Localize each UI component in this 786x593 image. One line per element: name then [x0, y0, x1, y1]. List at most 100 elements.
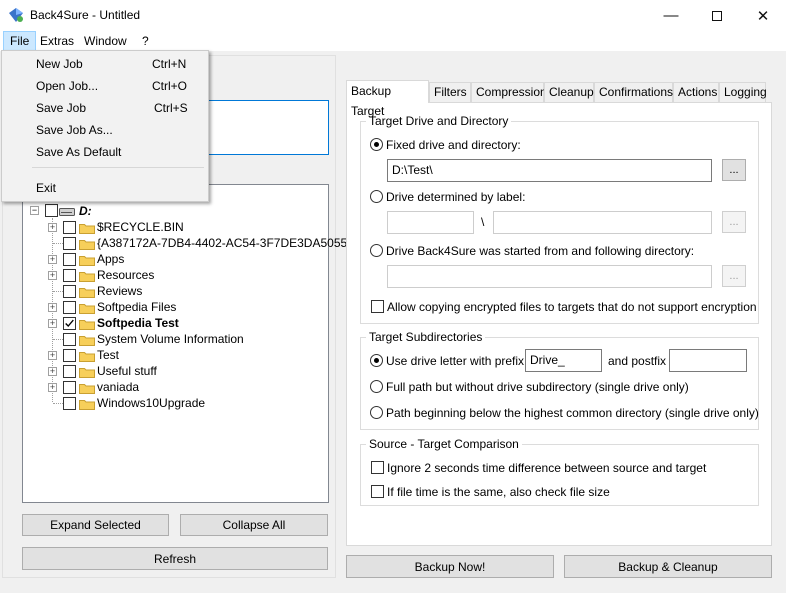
tree-item-label[interactable]: Useful stuff — [97, 364, 157, 378]
tree-item-label[interactable]: vaniada — [97, 380, 139, 394]
menu-new-job[interactable]: New Job Ctrl+N — [2, 53, 208, 75]
tab-filters[interactable]: Filters — [429, 82, 471, 102]
tree-item-checkbox[interactable] — [63, 269, 76, 282]
postfix-input[interactable] — [669, 349, 747, 372]
folder-icon — [79, 398, 95, 410]
drive-expander-icon[interactable]: − — [30, 206, 39, 215]
target-subdirectories-title: Target Subdirectories — [366, 330, 486, 344]
tree-item-label[interactable]: Apps — [97, 252, 124, 266]
check-size-checkbox[interactable] — [371, 485, 384, 498]
tree-item-checkbox[interactable] — [63, 365, 76, 378]
folder-icon — [79, 254, 95, 266]
close-icon: ✕ — [756, 7, 770, 25]
tree-item-label[interactable]: Reviews — [97, 284, 142, 298]
maximize-button[interactable] — [694, 0, 740, 31]
tree-item-label[interactable]: Softpedia Test — [97, 316, 179, 330]
backup-now-button[interactable]: Backup Now! — [346, 555, 554, 578]
tree-item-checkbox[interactable] — [63, 253, 76, 266]
tree-expander-icon[interactable]: + — [48, 367, 57, 376]
tree-item-checkbox[interactable] — [63, 397, 76, 410]
menu-exit[interactable]: Exit — [2, 177, 208, 199]
tab-logging[interactable]: Logging — [719, 82, 767, 102]
fixed-drive-label: Fixed drive and directory: — [386, 138, 521, 152]
save-job-label: Save Job — [36, 101, 87, 115]
expand-selected-button[interactable]: Expand Selected — [22, 514, 169, 536]
drive-label-input[interactable] — [387, 211, 474, 234]
prefix-radio[interactable] — [370, 354, 383, 367]
job-description-box[interactable] — [206, 100, 329, 155]
menu-file[interactable]: File — [3, 31, 37, 51]
menu-window[interactable]: Window — [78, 31, 133, 51]
menu-save-job[interactable]: Save Job Ctrl+S — [2, 97, 208, 119]
tab-backup-target[interactable]: Backup Target — [346, 80, 429, 118]
save-job-shortcut: Ctrl+S — [154, 101, 188, 115]
tree-expander-icon[interactable]: + — [48, 223, 57, 232]
fixed-drive-radio[interactable] — [370, 138, 383, 151]
fullpath-radio[interactable] — [370, 380, 383, 393]
drive-checkbox[interactable] — [45, 204, 58, 217]
tree-item-checkbox[interactable] — [63, 301, 76, 314]
folder-icon — [79, 382, 95, 394]
started-directory-input[interactable] — [387, 265, 712, 288]
open-job-shortcut: Ctrl+O — [152, 79, 188, 93]
comparison-title: Source - Target Comparison — [366, 437, 522, 451]
tree-expander-icon[interactable]: + — [48, 351, 57, 360]
tab-compression[interactable]: Compression — [471, 82, 547, 102]
tab-actions[interactable]: Actions — [673, 82, 719, 102]
folder-icon — [79, 334, 95, 346]
tree-item-label[interactable]: $RECYCLE.BIN — [97, 220, 184, 234]
menu-open-job[interactable]: Open Job... Ctrl+O — [2, 75, 208, 97]
tab-confirmations[interactable]: Confirmations — [594, 82, 673, 102]
browse-started-button[interactable]: ... — [722, 265, 746, 287]
tree-item-checkbox[interactable] — [63, 221, 76, 234]
encrypted-checkbox[interactable] — [371, 300, 384, 313]
tree-item-label[interactable]: Softpedia Files — [97, 300, 176, 314]
menu-save-job-as[interactable]: Save Job As... — [2, 119, 208, 141]
close-button[interactable]: ✕ — [740, 0, 786, 31]
tree-item-label[interactable]: Test — [97, 348, 119, 362]
minimize-button[interactable]: — — [648, 0, 694, 31]
menu-extras[interactable]: Extras — [34, 31, 80, 51]
prefix-input[interactable]: Drive_ — [525, 349, 602, 372]
folder-icon — [79, 366, 95, 378]
started-drive-radio[interactable] — [370, 244, 383, 257]
label-path-separator: \ — [481, 215, 485, 229]
tree-expander-icon[interactable]: + — [48, 303, 57, 312]
tree-item-checkbox[interactable] — [63, 237, 76, 250]
target-drive-title: Target Drive and Directory — [366, 114, 512, 128]
tree-expander-icon[interactable]: + — [48, 255, 57, 264]
drive-label-radio[interactable] — [370, 190, 383, 203]
tree-item-checkbox[interactable] — [63, 349, 76, 362]
folder-icon — [79, 222, 95, 234]
backup-cleanup-button[interactable]: Backup & Cleanup — [564, 555, 772, 578]
tree-item-checkbox[interactable] — [63, 317, 76, 330]
tree-item-label[interactable]: Windows10Upgrade — [97, 396, 205, 410]
tab-content-backup-target: Target Drive and Directory Fixed drive a… — [346, 102, 772, 546]
tree-item-label[interactable]: System Volume Information — [97, 332, 244, 346]
label-directory-input[interactable] — [493, 211, 712, 234]
menu-save-as-default[interactable]: Save As Default — [2, 141, 208, 163]
tree-expander-icon[interactable]: + — [48, 271, 57, 280]
folder-icon — [79, 286, 95, 298]
tree-item-checkbox[interactable] — [63, 381, 76, 394]
tree-item-checkbox[interactable] — [63, 333, 76, 346]
tree-expander-icon[interactable]: + — [48, 319, 57, 328]
menu-help[interactable]: ? — [136, 31, 155, 51]
browse-fixed-button[interactable]: ... — [722, 159, 746, 181]
postfix-label: and postfix — [608, 354, 667, 368]
common-dir-radio[interactable] — [370, 406, 383, 419]
folder-icon — [79, 302, 95, 314]
fixed-directory-input[interactable]: D:\Test\ — [387, 159, 712, 182]
tree-item-checkbox[interactable] — [63, 285, 76, 298]
browse-label-button[interactable]: ... — [722, 211, 746, 233]
collapse-all-button[interactable]: Collapse All — [180, 514, 328, 536]
tab-cleanup[interactable]: Cleanup — [544, 82, 594, 102]
menu-separator — [32, 167, 204, 168]
tree-item-label[interactable]: Resources — [97, 268, 154, 282]
ignore-2s-checkbox[interactable] — [371, 461, 384, 474]
refresh-button[interactable]: Refresh — [22, 547, 328, 570]
tree-guide-line — [53, 339, 63, 340]
tree-expander-icon[interactable]: + — [48, 383, 57, 392]
new-job-label: New Job — [36, 57, 83, 71]
tree-item-label[interactable]: {A387172A-7DB4-4402-AC54-3F7DE3DA5055} — [97, 236, 351, 250]
